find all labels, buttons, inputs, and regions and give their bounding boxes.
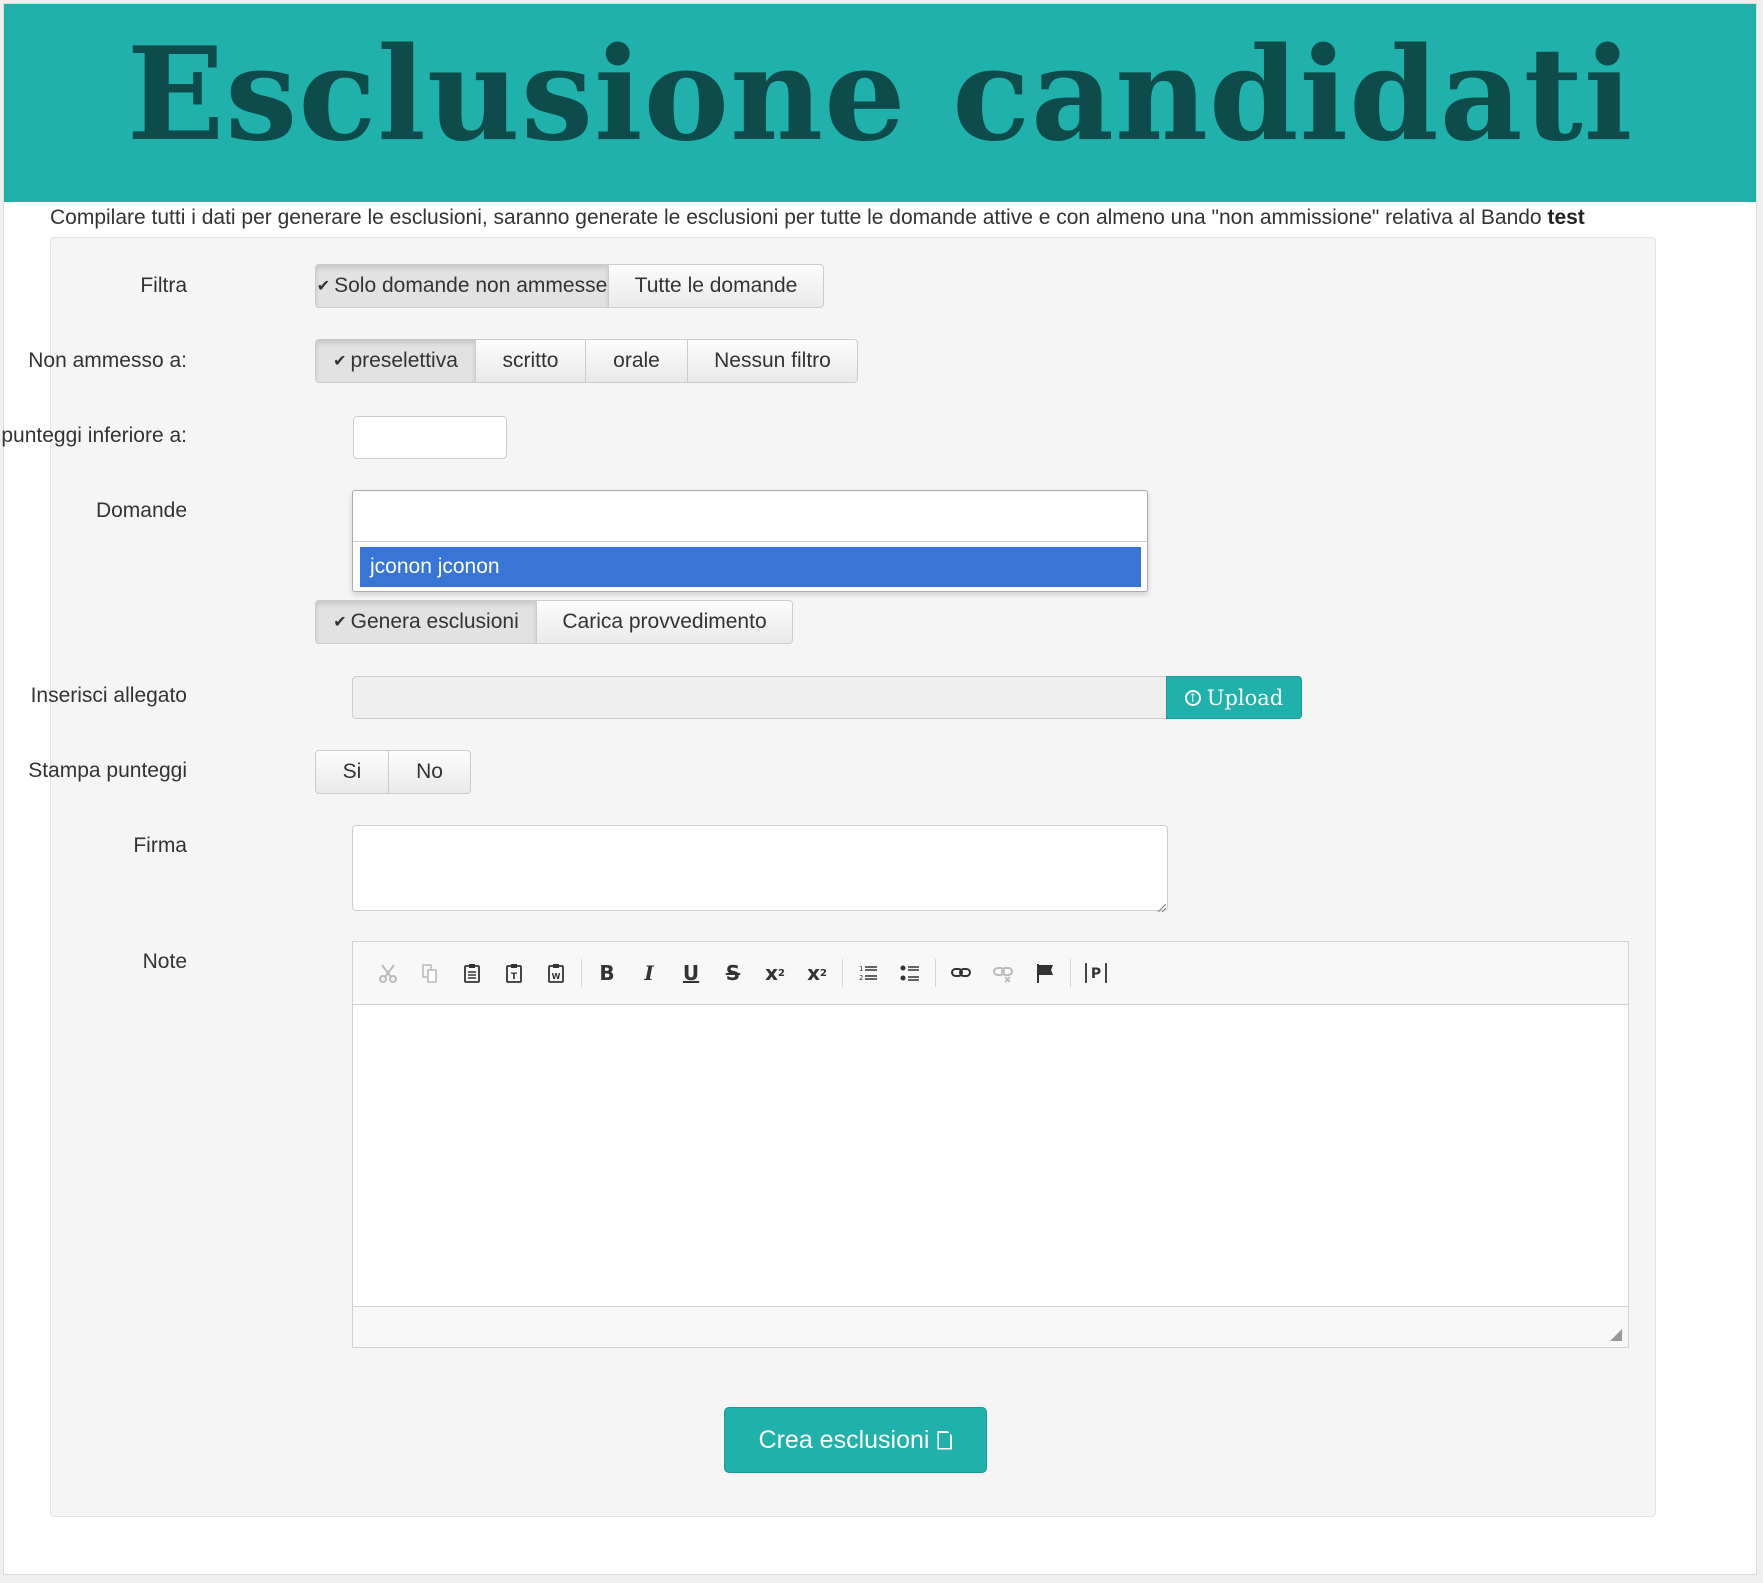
stampa-option-label: Si (342, 760, 362, 783)
allegato-upload: ↑ Upload (352, 676, 1302, 719)
toolbar-separator (935, 959, 936, 987)
unlink-icon[interactable] (982, 955, 1024, 991)
arrow-up-circle-icon: ↑ (1184, 689, 1201, 706)
file-icon (937, 1430, 953, 1450)
paste-word-icon[interactable]: W (535, 955, 577, 991)
anchor-flag-icon[interactable] (1024, 955, 1066, 991)
filtra-option-non-ammesse[interactable]: ✔ Solo domande non ammesse (315, 264, 609, 308)
azione-option-label: Carica provvedimento (562, 610, 767, 633)
bulleted-list-icon[interactable] (889, 955, 931, 991)
svg-text:T: T (511, 972, 518, 982)
checkmark-icon: ✔ (316, 278, 331, 295)
punteggi-label: Tot. punteggi inferiore a: (0, 424, 187, 447)
bando-name: test (1547, 206, 1585, 229)
svg-text:2: 2 (859, 974, 863, 982)
upload-button-label: Upload (1206, 685, 1284, 710)
stampa-option-no[interactable]: No (388, 750, 471, 794)
page: Esclusione candidati Compilare tutti i d… (0, 3, 1757, 1575)
crea-esclusioni-button[interactable]: Crea esclusioni (724, 1407, 987, 1473)
checkmark-icon: ✔ (333, 614, 347, 631)
page-title: Esclusione candidati (126, 20, 1634, 170)
bold-icon[interactable]: B (586, 955, 628, 991)
header-banner: Esclusione candidati (4, 4, 1756, 202)
resize-grip-icon[interactable] (1156, 899, 1167, 913)
domande-select[interactable]: jconon jconon (352, 490, 1148, 592)
paste-icon[interactable] (451, 955, 493, 991)
domande-option-highlighted[interactable]: jconon jconon (360, 547, 1141, 587)
filtra-option-label: Solo domande non ammesse (334, 274, 608, 297)
non-ammesso-option-scritto[interactable]: scritto (475, 339, 586, 383)
azione-option-genera[interactable]: ✔ Genera esclusioni (315, 600, 537, 644)
azione-toggle-group: ✔ Genera esclusioni Carica provvedimento (315, 600, 793, 644)
editor-footer (353, 1306, 1628, 1347)
italic-icon[interactable]: I (628, 955, 670, 991)
toolbar-separator (842, 959, 843, 987)
non-ammesso-toggle-group: ✔ preselettiva scritto orale Nessun filt… (315, 339, 858, 383)
link-icon[interactable] (940, 955, 982, 991)
svg-text:W: W (552, 972, 561, 981)
strikethrough-icon[interactable]: S (712, 955, 754, 991)
non-ammesso-option-orale[interactable]: orale (585, 339, 688, 383)
azione-option-label: Genera esclusioni (350, 610, 519, 633)
domande-label: Domande (95, 499, 187, 522)
toolbar-separator (1070, 959, 1071, 987)
stampa-option-label: No (416, 760, 443, 783)
upload-button[interactable]: ↑ Upload (1166, 676, 1302, 719)
editor-content-area[interactable] (353, 1005, 1628, 1306)
checkmark-icon: ✔ (333, 353, 347, 370)
underline-icon[interactable]: U (670, 955, 712, 991)
svg-text:1: 1 (859, 965, 863, 973)
subscript-icon[interactable]: x2 (754, 955, 796, 991)
non-ammesso-option-label: orale (613, 349, 660, 372)
non-ammesso-option-label: Nessun filtro (714, 349, 831, 372)
numbered-list-icon[interactable]: 12 (847, 955, 889, 991)
copy-icon[interactable] (409, 955, 451, 991)
editor-toolbar: T W B I U S x2 x2 12 P (353, 942, 1628, 1005)
note-label: Note (142, 950, 187, 973)
non-ammesso-option-label: scritto (502, 349, 559, 372)
firma-label: Firma (133, 834, 187, 857)
azione-option-carica[interactable]: Carica provvedimento (536, 600, 793, 644)
crea-esclusioni-label: Crea esclusioni (758, 1425, 930, 1454)
paste-text-icon[interactable]: T (493, 955, 535, 991)
domande-search-input[interactable] (353, 491, 1147, 542)
cut-icon[interactable] (367, 955, 409, 991)
intro-text: Compilare tutti i dati per generare le e… (50, 206, 1585, 230)
non-ammesso-option-nessun-filtro[interactable]: Nessun filtro (687, 339, 858, 383)
filtra-toggle-group: ✔ Solo domande non ammesse Tutte le doma… (315, 264, 824, 308)
punteggi-input[interactable] (353, 416, 507, 459)
non-ammesso-option-label: preselettiva (350, 349, 458, 372)
stampa-option-si[interactable]: Si (315, 750, 389, 794)
intro-description: Compilare tutti i dati per generare le e… (50, 206, 1548, 229)
allegato-file-field[interactable] (352, 676, 1167, 719)
resize-grip-icon[interactable] (1610, 1329, 1622, 1341)
non-ammesso-option-preselettiva[interactable]: ✔ preselettiva (315, 339, 476, 383)
format-paragraph-icon[interactable]: P (1075, 955, 1117, 991)
filtra-option-tutte[interactable]: Tutte le domande (608, 264, 824, 308)
filtra-option-label: Tutte le domande (634, 274, 798, 297)
svg-text:P: P (1091, 966, 1101, 982)
firma-textarea[interactable] (352, 825, 1168, 911)
allegato-label: Inserisci allegato (30, 684, 187, 707)
toolbar-separator (581, 959, 582, 987)
note-editor: T W B I U S x2 x2 12 P (352, 941, 1629, 1348)
non-ammesso-label: Non ammesso a: (28, 349, 187, 372)
stampa-toggle-group: Si No (315, 750, 471, 794)
filtra-label: Filtra (140, 274, 187, 297)
superscript-icon[interactable]: x2 (796, 955, 838, 991)
stampa-label: Stampa punteggi (28, 759, 187, 782)
